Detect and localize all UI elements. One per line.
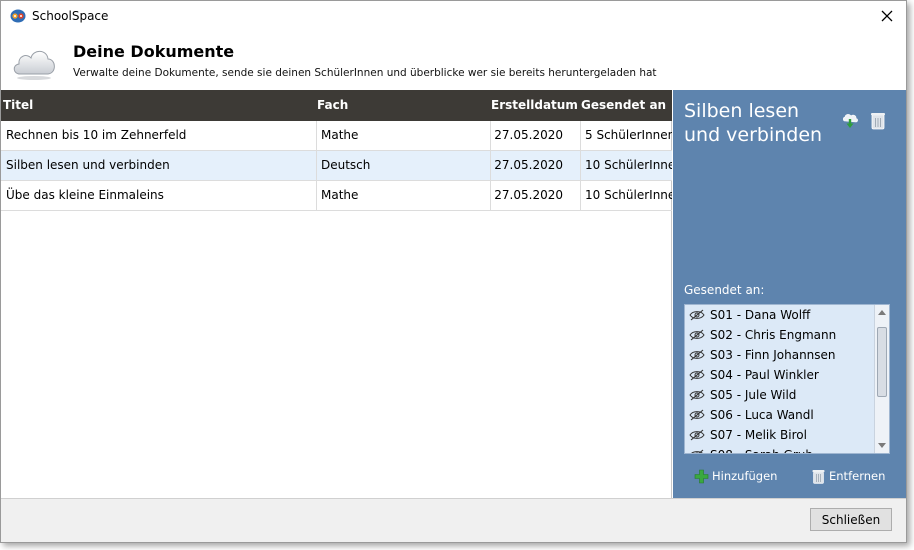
schoolspace-logo-icon — [10, 9, 26, 23]
detail-title: Silben lesen und verbinden — [684, 100, 823, 146]
recipients-list: S01 - Dana Wolff S02 - Chris Engmann S03… — [684, 304, 890, 454]
page-title: Deine Dokumente — [73, 42, 235, 61]
eye-slash-icon — [689, 349, 705, 361]
cloud-icon — [13, 50, 55, 80]
column-header-fach[interactable]: Fach — [317, 90, 348, 121]
column-header-titel[interactable]: Titel — [3, 90, 33, 121]
recipient-label: S06 - Luca Wandl — [710, 408, 814, 422]
trash-icon[interactable] — [870, 111, 886, 130]
scrollbar-thumb[interactable] — [877, 327, 887, 397]
recipient-label: S03 - Finn Johannsen — [710, 348, 836, 362]
trash-icon — [812, 469, 825, 484]
dialog-window: SchoolSpace Deine Dokumente Verwalte dei… — [0, 0, 907, 543]
remove-label: Entfernen — [829, 469, 886, 483]
plus-icon — [694, 469, 709, 483]
download-icon[interactable] — [841, 112, 859, 130]
documents-table: Titel Fach Erstelldatum Gesendet an Rech… — [1, 90, 672, 498]
list-item[interactable]: S02 - Chris Engmann — [685, 325, 875, 345]
cell-titel: Übe das kleine Einmaleins — [1, 181, 317, 210]
table-row-selected[interactable]: Silben lesen und verbinden Deutsch 27.05… — [1, 151, 672, 181]
list-item[interactable]: S04 - Paul Winkler — [685, 365, 875, 385]
cell-fach: Mathe — [317, 181, 491, 210]
recipient-label: S07 - Melik Birol — [710, 428, 807, 442]
cell-fach: Mathe — [317, 121, 491, 150]
list-item[interactable]: S08 - Sarah Grub — [685, 445, 875, 453]
eye-slash-icon — [691, 449, 704, 453]
dialog-footer: Schließen — [1, 498, 906, 542]
scroll-up-arrow-icon[interactable] — [878, 310, 886, 315]
add-recipient-button[interactable]: Hinzufügen — [694, 467, 777, 485]
list-item[interactable]: S05 - Jule Wild — [685, 385, 875, 405]
column-header-gesendet-an[interactable]: Gesendet an — [581, 90, 666, 121]
add-label: Hinzufügen — [712, 469, 778, 483]
page-header: Deine Dokumente Verwalte deine Dokumente… — [1, 31, 906, 89]
window-title: SchoolSpace — [32, 9, 109, 23]
eye-slash-icon — [689, 369, 705, 381]
table-row[interactable]: Übe das kleine Einmaleins Mathe 27.05.20… — [1, 181, 672, 211]
list-item[interactable]: S07 - Melik Birol — [685, 425, 875, 445]
recipient-label: S05 - Jule Wild — [710, 388, 797, 402]
eye-slash-icon — [689, 329, 705, 341]
eye-slash-icon — [689, 429, 705, 441]
cell-gesendet-an: 10 SchülerInnen — [585, 158, 672, 172]
title-bar: SchoolSpace — [1, 1, 906, 31]
list-item[interactable]: S03 - Finn Johannsen — [685, 345, 875, 365]
cell-erstelldatum: 27.05.2020 — [491, 181, 581, 210]
eye-slash-icon — [689, 309, 705, 321]
window-close-button[interactable] — [874, 4, 900, 28]
close-icon — [881, 10, 893, 22]
recipient-label: S04 - Paul Winkler — [710, 368, 819, 382]
recipient-label: S02 - Chris Engmann — [710, 328, 837, 342]
cell-titel: Silben lesen und verbinden — [1, 151, 317, 180]
table-row[interactable]: Rechnen bis 10 im Zehnerfeld Mathe 27.05… — [1, 121, 672, 151]
recipient-label: S01 - Dana Wolff — [710, 308, 811, 322]
list-item[interactable]: S01 - Dana Wolff — [685, 305, 875, 325]
cell-fach: Deutsch — [317, 151, 491, 180]
eye-slash-icon — [689, 409, 705, 421]
scroll-down-arrow-icon[interactable] — [878, 443, 886, 448]
close-button[interactable]: Schließen — [810, 508, 892, 531]
sent-to-label: Gesendet an: — [684, 283, 765, 297]
cell-erstelldatum: 27.05.2020 — [491, 151, 581, 180]
eye-slash-icon — [689, 389, 705, 401]
cell-gesendet-an: 10 SchülerInnen — [585, 188, 672, 202]
recipients-scrollbar[interactable] — [874, 305, 889, 453]
recipient-label: S08 - Sarah Grub — [710, 445, 813, 453]
document-detail-panel: Silben lesen und verbinden Gesendet an: … — [673, 90, 906, 498]
remove-recipient-button[interactable]: Entfernen — [812, 467, 885, 485]
table-header: Titel Fach Erstelldatum Gesendet an — [1, 90, 672, 121]
list-item[interactable]: S06 - Luca Wandl — [685, 405, 875, 425]
column-header-erstelldatum[interactable]: Erstelldatum — [491, 90, 578, 121]
cell-erstelldatum: 27.05.2020 — [491, 121, 581, 150]
page-subtitle: Verwalte deine Dokumente, sende sie dein… — [73, 67, 657, 79]
cell-titel: Rechnen bis 10 im Zehnerfeld — [1, 121, 317, 150]
cell-gesendet-an: 5 SchülerInnen — [585, 128, 672, 142]
